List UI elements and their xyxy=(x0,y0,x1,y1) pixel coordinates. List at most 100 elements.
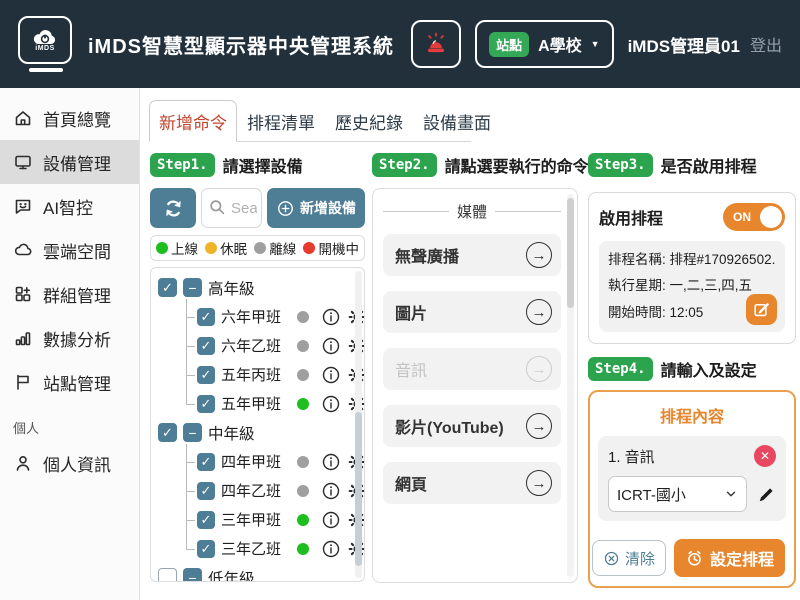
refresh-icon xyxy=(163,198,184,219)
tree-scroll-thumb[interactable] xyxy=(355,412,362,566)
monitor-icon xyxy=(13,152,33,172)
info-icon[interactable] xyxy=(321,452,341,472)
info-icon[interactable] xyxy=(321,481,341,501)
device-checkbox[interactable] xyxy=(197,395,215,413)
group-checkbox[interactable] xyxy=(158,568,177,582)
command-scroll-thumb[interactable] xyxy=(567,198,574,308)
device-checkbox[interactable] xyxy=(197,366,215,384)
command-label: 影片(YouTube) xyxy=(395,414,526,438)
device-checkbox[interactable] xyxy=(197,308,215,326)
circle-x-icon xyxy=(603,550,620,567)
collapse-minus-icon[interactable] xyxy=(183,423,202,442)
add-device-button[interactable]: 新增設備 xyxy=(267,188,365,228)
info-icon[interactable] xyxy=(321,336,341,356)
tree-scrollbar[interactable] xyxy=(355,271,362,578)
tab-new-command[interactable]: 新增命令 xyxy=(149,100,237,142)
audio-select[interactable]: ICRT-國小 xyxy=(608,476,747,512)
schedule-toggle[interactable]: ON xyxy=(723,203,785,231)
info-icon[interactable] xyxy=(321,365,341,385)
command-scrollbar[interactable] xyxy=(567,194,574,577)
command-silent-broadcast[interactable]: 無聲廣播 xyxy=(383,234,561,276)
group-checkbox[interactable] xyxy=(158,423,177,442)
device-name: 四年乙班 xyxy=(221,480,291,501)
tab-history[interactable]: 歷史紀錄 xyxy=(325,100,413,142)
group-label[interactable]: 中年級 xyxy=(208,422,255,444)
alarm-siren-button[interactable] xyxy=(411,20,461,68)
search-icon xyxy=(208,198,226,216)
refresh-button[interactable] xyxy=(150,188,196,228)
status-dot xyxy=(156,242,168,254)
group-label[interactable]: 高年級 xyxy=(208,277,255,299)
group-checkbox[interactable] xyxy=(158,278,177,297)
user-name: iMDS管理員01 xyxy=(628,32,740,57)
logout-link[interactable]: 登出 xyxy=(750,32,782,56)
group-label[interactable]: 低年級 xyxy=(208,567,255,583)
sidebar-section-personal: 個人 xyxy=(0,404,139,441)
status-dot xyxy=(297,369,309,381)
device-checkbox[interactable] xyxy=(197,540,215,558)
tab-device-screens[interactable]: 設備畫面 xyxy=(413,100,501,142)
step3-title: 是否啟用排程 xyxy=(661,153,757,177)
sidebar-item-label: 個人資訊 xyxy=(43,451,111,476)
sidebar-item-devices[interactable]: 設備管理 xyxy=(0,140,139,184)
clear-button[interactable]: 清除 xyxy=(592,540,666,576)
device-checkbox[interactable] xyxy=(197,482,215,500)
sidebar-item-sites[interactable]: 站點管理 xyxy=(0,360,139,404)
delete-item-icon[interactable] xyxy=(754,445,776,467)
clear-label: 清除 xyxy=(625,548,655,569)
arrow-right-icon[interactable] xyxy=(526,413,552,439)
legend-label: 休眠 xyxy=(220,238,247,258)
legend-label: 開機中 xyxy=(318,238,359,258)
device-row: 三年乙班 xyxy=(186,534,348,563)
sidebar-item-cloud[interactable]: 雲端空間 xyxy=(0,228,139,272)
schedule-item-card: 1. 音訊 ICRT-國小 xyxy=(598,436,786,521)
schedule-item-label: 1. 音訊 xyxy=(608,446,655,467)
sidebar-item-groups[interactable]: 群組管理 xyxy=(0,272,139,316)
device-name: 三年乙班 xyxy=(221,538,291,559)
sidebar-item-profile[interactable]: 個人資訊 xyxy=(0,441,139,485)
site-name: A學校 xyxy=(538,32,582,56)
arrow-right-icon[interactable] xyxy=(526,299,552,325)
arrow-right-icon[interactable] xyxy=(526,470,552,496)
collapse-minus-icon[interactable] xyxy=(183,278,202,297)
device-row: 四年甲班 xyxy=(186,447,348,476)
status-dot xyxy=(254,242,266,254)
info-icon[interactable] xyxy=(321,539,341,559)
legend-sleep: 休眠 xyxy=(205,238,247,258)
device-checkbox[interactable] xyxy=(197,337,215,355)
info-icon[interactable] xyxy=(321,510,341,530)
site-badge: 站點 xyxy=(489,32,529,57)
command-youtube-video[interactable]: 影片(YouTube) xyxy=(383,405,561,447)
info-icon[interactable] xyxy=(321,394,341,414)
device-name: 五年甲班 xyxy=(221,393,291,414)
device-checkbox[interactable] xyxy=(197,511,215,529)
legend-offline: 離線 xyxy=(254,238,296,258)
arrow-right-icon[interactable] xyxy=(526,242,552,268)
tab-schedule-list[interactable]: 排程清單 xyxy=(237,100,325,142)
command-webpage[interactable]: 網頁 xyxy=(383,462,561,504)
site-selector[interactable]: 站點 A學校 xyxy=(475,20,614,68)
command-image[interactable]: 圖片 xyxy=(383,291,561,333)
set-schedule-button[interactable]: 設定排程 xyxy=(674,539,785,577)
sidebar-item-ai[interactable]: AI智控 xyxy=(0,184,139,228)
collapse-minus-icon[interactable] xyxy=(183,568,202,582)
device-name: 三年甲班 xyxy=(221,509,291,530)
legend-label: 離線 xyxy=(269,238,296,258)
sidebar-item-home[interactable]: 首頁總覽 xyxy=(0,96,139,140)
sidebar-item-label: 數據分析 xyxy=(43,326,111,351)
device-name: 四年甲班 xyxy=(221,451,291,472)
device-row: 六年乙班 xyxy=(186,331,348,360)
step4-header: Step4. 請輸入及設定 xyxy=(588,354,796,384)
step4-title: 請輸入及設定 xyxy=(661,357,757,381)
step1-badge: Step1. xyxy=(150,153,215,177)
edit-schedule-button[interactable] xyxy=(746,294,777,325)
edit-pencil-icon[interactable] xyxy=(757,485,776,504)
info-icon[interactable] xyxy=(321,307,341,327)
sidebar-item-analytics[interactable]: 數據分析 xyxy=(0,316,139,360)
device-checkbox[interactable] xyxy=(197,453,215,471)
schedule-actions: 清除 設定排程 xyxy=(592,539,785,577)
chat-smiley-icon xyxy=(13,196,33,216)
home-icon xyxy=(13,108,33,128)
tree-children: 四年甲班 四年乙班 三年甲班 xyxy=(186,447,348,563)
device-row: 三年甲班 xyxy=(186,505,348,534)
